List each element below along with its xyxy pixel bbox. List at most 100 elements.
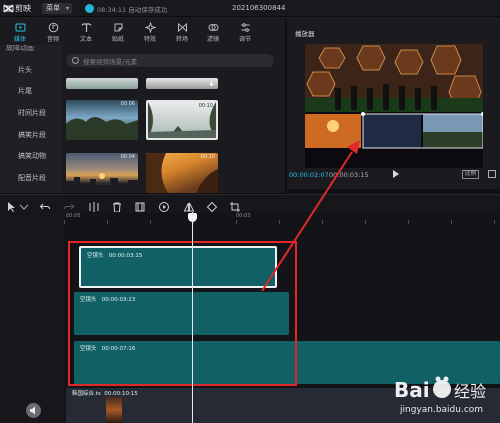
video-preview[interactable] <box>305 44 483 168</box>
mute-icon[interactable] <box>26 403 41 418</box>
rotate-icon[interactable] <box>206 198 218 213</box>
save-status: 08:34:11 自动保存成功 <box>97 6 168 14</box>
menu-button[interactable]: 菜单 ▾ <box>42 3 72 14</box>
download-icon <box>209 81 214 87</box>
tab-filter[interactable]: 滤镜 <box>198 21 228 43</box>
timeline-toolbar <box>0 194 500 213</box>
mirror-icon[interactable] <box>183 198 195 212</box>
duration-label: 00:06 <box>120 101 135 107</box>
media-thumb[interactable]: 00:06 <box>66 100 138 140</box>
time-ruler[interactable]: 00:00 00:03 <box>64 212 500 224</box>
watermark-url: jingyan.baidu.com <box>400 405 484 415</box>
ruler-tick <box>236 220 237 224</box>
media-thumb[interactable]: 00:10 <box>146 153 218 193</box>
tab-label: 贴纸 <box>111 36 124 43</box>
sparkle-icon <box>144 22 156 33</box>
clip-label: 韩国综合.ts 00:00:10:15 <box>72 391 138 397</box>
player-panel: 播放器 00:00:02:07 00:00:03:15 比例 <box>287 19 500 189</box>
transition-icon <box>177 22 187 33</box>
sidebar-item-glitch[interactable]: 故障动画 <box>0 45 62 53</box>
tab-transition[interactable]: 转场 <box>167 21 197 43</box>
ruler-tick <box>408 220 409 224</box>
media-thumb[interactable]: 00:10 <box>146 100 218 140</box>
playhead <box>192 212 193 423</box>
ruler-label: 00:00 <box>66 213 81 219</box>
sidebar-item-time[interactable]: 时间片段 <box>0 108 62 118</box>
ruler-tick <box>365 220 366 224</box>
svg-text:经验: 经验 <box>454 382 486 401</box>
undo-icon[interactable] <box>39 198 51 210</box>
app-name: 剪映 <box>15 4 31 13</box>
tab-audio[interactable]: 音频 <box>38 21 68 43</box>
ruler-label: 00:03 <box>236 213 251 219</box>
category-tabs: 媒体 音频 文本 贴纸 特效 转场 滤镜 调节 <box>0 19 285 45</box>
redo-icon <box>63 198 75 210</box>
text-icon <box>81 23 91 32</box>
tab-media[interactable]: 媒体 <box>5 21 35 43</box>
ratio-button[interactable]: 比例 <box>462 170 480 179</box>
player-title: 播放器 <box>295 30 315 38</box>
music-icon <box>48 22 58 33</box>
media-icon <box>15 23 25 32</box>
svg-text:Bai: Bai <box>394 378 430 402</box>
stage-scene <box>305 44 483 168</box>
freeze-frame-icon[interactable] <box>134 198 146 212</box>
sticker-icon <box>114 23 122 32</box>
foliage-graphic <box>146 153 218 193</box>
media-panel: 媒体 音频 文本 贴纸 特效 转场 滤镜 调节 故障动画 片头 片尾 时间片段 … <box>0 19 285 193</box>
title-bar: 剪映 菜单 ▾ 08:34:11 自动保存成功 202106300844 <box>0 0 500 17</box>
media-thumb[interactable]: 00:04 <box>66 153 138 193</box>
city-graphic <box>66 173 138 193</box>
search-input[interactable]: 搜索视频场景/元素 <box>66 54 274 67</box>
tab-effects[interactable]: 特效 <box>135 21 165 43</box>
tab-label: 特效 <box>143 36 156 43</box>
filter-icon <box>208 24 218 31</box>
chevron-down-icon[interactable] <box>18 198 29 210</box>
fullscreen-icon[interactable] <box>488 170 496 178</box>
tab-label: 音频 <box>46 36 59 43</box>
capcut-logo-icon <box>3 4 14 13</box>
trees-graphic <box>148 102 216 138</box>
adjust-icon <box>241 23 249 32</box>
sidebar-item-voiceover[interactable]: 配音片段 <box>0 173 62 183</box>
tab-label: 转场 <box>175 36 188 43</box>
trees-graphic <box>66 117 138 140</box>
tab-adjust[interactable]: 调节 <box>230 21 260 43</box>
autosave-icon <box>85 4 94 13</box>
sidebar-item-intro[interactable]: 片头 <box>0 65 62 75</box>
split-icon[interactable] <box>88 198 100 212</box>
media-grid: 搜索视频场景/元素 00:06 00:10 00:04 00:10 <box>62 45 285 193</box>
tab-label: 滤镜 <box>206 36 219 43</box>
tab-text[interactable]: 文本 <box>71 21 101 43</box>
record-icon[interactable] <box>158 198 170 212</box>
current-time: 00:00:02:07 <box>289 171 329 179</box>
tab-sticker[interactable]: 贴纸 <box>103 21 133 43</box>
media-thumb[interactable] <box>66 78 138 89</box>
search-placeholder: 搜索视频场景/元素 <box>83 58 138 66</box>
duration-label: 00:04 <box>120 154 135 160</box>
play-icon[interactable] <box>393 170 399 178</box>
ruler-tick <box>322 220 323 224</box>
sidebar-item-funny[interactable]: 搞笑片段 <box>0 130 62 140</box>
ruler-tick <box>494 220 495 224</box>
sidebar-item-funny-animals[interactable]: 搞笑动物 <box>0 151 62 161</box>
ruler-tick <box>150 220 151 224</box>
annotation-highlight <box>68 241 297 386</box>
select-tool-icon[interactable] <box>5 198 17 212</box>
baidu-watermark: Bai 经验 jingyan.baidu.com <box>392 367 500 423</box>
crop-icon[interactable] <box>229 198 241 212</box>
delete-icon[interactable] <box>111 198 123 213</box>
tab-label: 媒体 <box>13 36 26 43</box>
chevron-down-icon: ▾ <box>65 5 69 12</box>
clip-thumbnail <box>106 397 122 423</box>
category-list: 故障动画 片头 片尾 时间片段 搞笑片段 搞笑动物 配音片段 <box>0 45 62 193</box>
ruler-tick <box>107 220 108 224</box>
menu-label: 菜单 <box>46 4 60 12</box>
tab-label: 文本 <box>79 36 92 43</box>
ruler-tick <box>64 220 65 224</box>
sidebar-item-outro[interactable]: 片尾 <box>0 86 62 96</box>
media-thumb[interactable] <box>146 78 218 89</box>
track-header-column <box>0 212 64 423</box>
ruler-tick <box>279 220 280 224</box>
project-name: 202106300844 <box>232 4 286 12</box>
